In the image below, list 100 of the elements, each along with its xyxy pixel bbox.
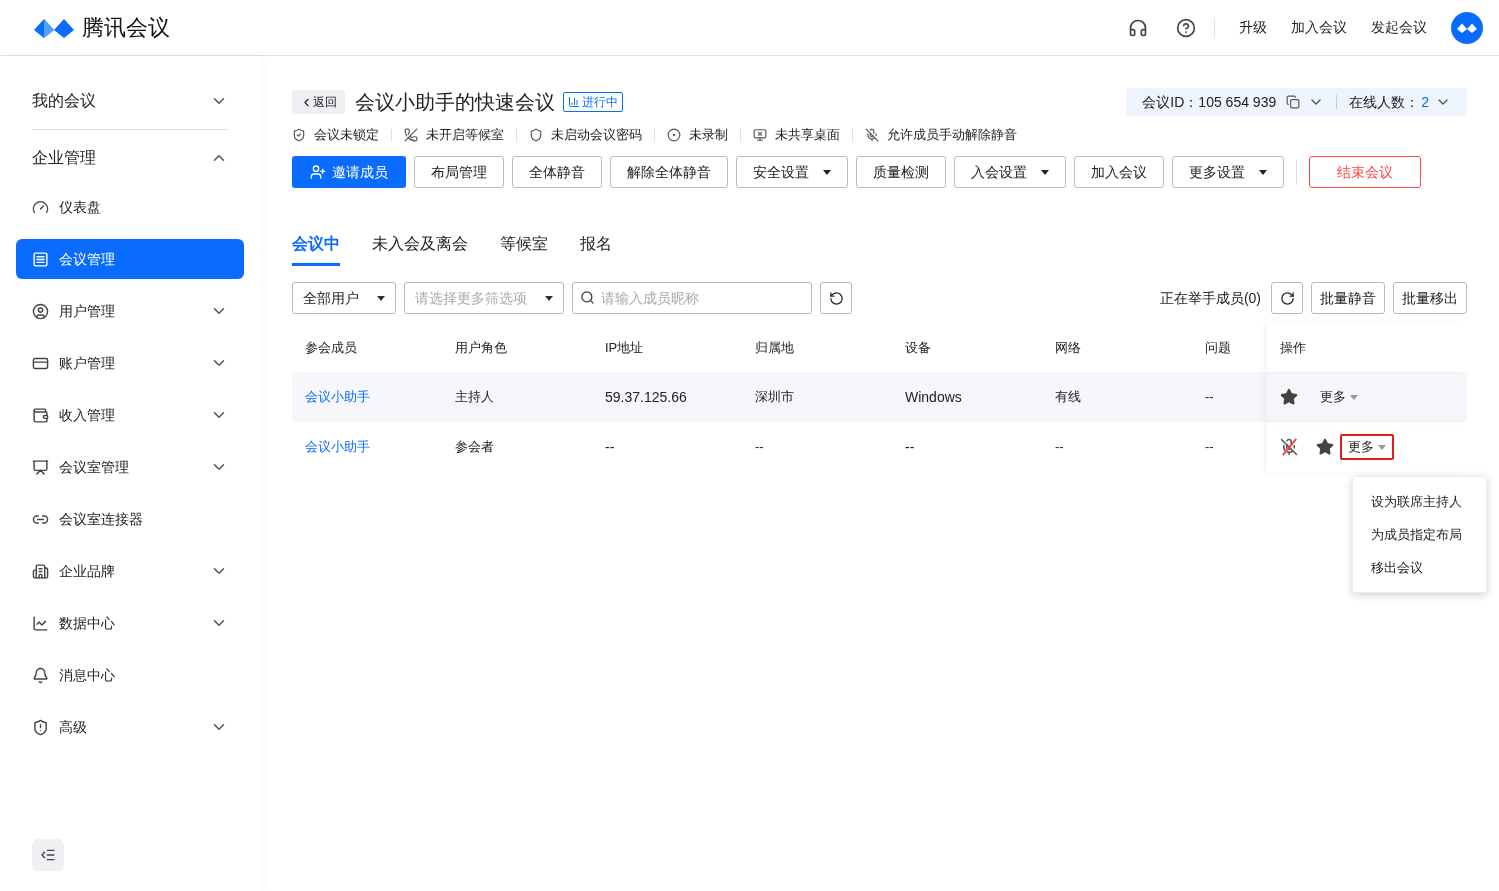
sidebar-item[interactable]: 会议管理 [16, 239, 244, 279]
search-field[interactable]: 请输入成员昵称 [572, 282, 812, 314]
header-link[interactable]: 发起会议 [1359, 17, 1439, 38]
status-text: 未启动会议密码 [551, 126, 642, 145]
column-header: 操作 [1267, 324, 1467, 372]
collapse-icon [40, 847, 56, 863]
online-count: 2 [1421, 92, 1429, 112]
nav-icon [32, 562, 49, 580]
invite-button[interactable]: 邀请成员 [292, 156, 406, 188]
column-header: 归属地 [754, 339, 795, 358]
sidebar-item[interactable]: 收入管理 [16, 395, 244, 435]
column-header: 问题 [1204, 339, 1232, 358]
tab[interactable]: 会议中 [292, 228, 340, 266]
dropdown-button[interactable]: 更多设置 [1172, 156, 1284, 188]
meeting-id: 会议ID：105 654 939 [1142, 92, 1277, 112]
help-icon[interactable] [1176, 17, 1196, 38]
tab[interactable]: 报名 [580, 228, 612, 266]
dropdown-button[interactable]: 入会设置 [954, 156, 1066, 188]
menu-item[interactable]: 设为联席主持人 [1353, 485, 1486, 518]
tab[interactable]: 等候室 [500, 228, 548, 266]
raised-hands-count: 正在举手成员(0) [1159, 288, 1261, 308]
toolbar-button[interactable]: 布局管理 [414, 156, 504, 188]
column-header: IP地址 [604, 339, 645, 358]
table-cell-text: -- [1204, 388, 1215, 407]
search-icon [580, 290, 595, 305]
table-cell-text: Windows [904, 387, 963, 407]
nav-icon [32, 406, 49, 424]
refresh-button[interactable] [1271, 282, 1303, 314]
member-link[interactable]: 会议小助手 [292, 437, 442, 457]
column-header: 网络 [1054, 339, 1082, 358]
sidebar-item[interactable]: 会议室管理 [16, 447, 244, 487]
muted-mic-icon[interactable] [1280, 438, 1298, 456]
sidebar-item[interactable]: 账户管理 [16, 343, 244, 383]
table-cell-text: 深圳市 [754, 388, 795, 407]
nav-icon [32, 614, 49, 632]
toolbar-button[interactable]: 质量检测 [856, 156, 946, 188]
menu-item[interactable]: 为成员指定布局 [1353, 518, 1486, 551]
sidebar-item[interactable]: 会议室连接器 [16, 499, 244, 539]
nav-icon [32, 458, 49, 476]
status-icon [404, 128, 418, 142]
menu-item[interactable]: 移出会议 [1353, 551, 1486, 584]
sidebar-item[interactable]: 仪表盘 [16, 187, 244, 227]
status-icon [529, 128, 543, 142]
table-cell-text: -- [754, 438, 765, 457]
table-cell-text: -- [904, 437, 916, 457]
status-text: 未录制 [689, 126, 728, 145]
end-meeting-button[interactable]: 结束会议 [1309, 156, 1421, 188]
table-cell-text: 主持人 [454, 388, 495, 407]
headset-icon[interactable] [1128, 17, 1148, 38]
sidebar-item[interactable]: 高级 [16, 707, 244, 747]
user-type-select[interactable]: 全部用户 [292, 282, 396, 314]
toolbar-button[interactable]: 全体静音 [512, 156, 602, 188]
status-text: 允许成员手动解除静音 [887, 126, 1017, 145]
table-row[interactable]: 会议小助手 参会者 -- -- -- -- -- 更多 [292, 422, 1467, 472]
bar-chart-icon [568, 96, 580, 108]
member-link[interactable]: 会议小助手 [292, 387, 442, 407]
batch-button[interactable]: 批量静音 [1311, 282, 1385, 314]
more-button[interactable]: 更多 [1312, 384, 1366, 410]
sidebar-section[interactable]: 我的会议 [16, 78, 244, 124]
sidebar-item[interactable]: 消息中心 [16, 655, 244, 695]
status-icon [865, 128, 879, 142]
status-text: 会议未锁定 [314, 126, 379, 145]
undo-icon [828, 290, 844, 306]
status-text: 未共享桌面 [775, 126, 840, 145]
header-link[interactable]: 加入会议 [1279, 17, 1359, 38]
table-cell-text: -- [604, 437, 616, 457]
table-row[interactable]: 会议小助手 主持人 59.37.125.66 深圳市 Windows 有线 -- 更多 [292, 372, 1467, 422]
star-icon[interactable] [1280, 388, 1298, 406]
nav-icon [32, 250, 49, 268]
table-cell-text: -- [1054, 438, 1065, 457]
meeting-title: 会议小助手的快速会议 [355, 90, 555, 115]
collapse-sidebar-button[interactable] [32, 839, 64, 871]
status-icon [667, 128, 681, 142]
table-cell-text: 有线 [1054, 388, 1082, 407]
star-icon[interactable] [1316, 438, 1334, 456]
reset-button[interactable] [820, 282, 852, 314]
nav-icon [32, 302, 49, 320]
more-button[interactable]: 更多 [1340, 434, 1394, 460]
table-cell-text: 参会者 [454, 438, 495, 457]
toolbar-button[interactable]: 加入会议 [1074, 156, 1164, 188]
status-icon [753, 128, 767, 142]
table-cell-text: -- [1204, 438, 1215, 457]
sidebar-item[interactable]: 数据中心 [16, 603, 244, 643]
batch-button[interactable]: 批量移出 [1393, 282, 1467, 314]
nav-icon [32, 198, 49, 216]
online-label: 在线人数： [1349, 92, 1420, 112]
user-avatar[interactable] [1451, 11, 1483, 44]
tab[interactable]: 未入会及离会 [372, 228, 468, 266]
column-header: 用户角色 [454, 339, 508, 358]
sidebar-item[interactable]: 用户管理 [16, 291, 244, 331]
nav-icon [32, 666, 49, 684]
sidebar-item[interactable]: 企业品牌 [16, 551, 244, 591]
sidebar-section[interactable]: 企业管理 [16, 135, 244, 181]
status-badge: 进行中 [563, 92, 623, 112]
table-cell-text: 59.37.125.66 [604, 387, 688, 407]
header-link[interactable]: 升级 [1227, 17, 1279, 38]
toolbar-button[interactable]: 解除全体静音 [610, 156, 728, 188]
dropdown-button[interactable]: 安全设置 [736, 156, 848, 188]
back-button[interactable]: 返回 [292, 90, 345, 114]
copy-icon[interactable] [1286, 95, 1301, 109]
